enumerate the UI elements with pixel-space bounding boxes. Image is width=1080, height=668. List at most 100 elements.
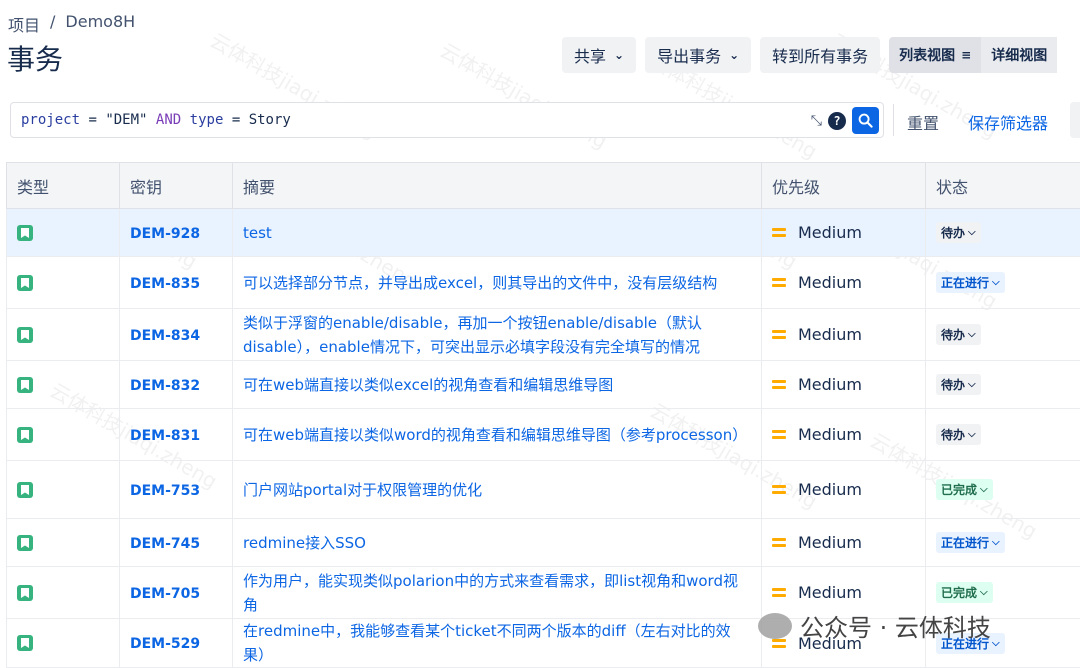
priority-label: Medium: [798, 273, 862, 292]
issue-key-link[interactable]: DEM-835: [130, 276, 200, 292]
type-cell: [6, 618, 120, 668]
status-cell: 已完成 ⌵: [925, 460, 1080, 519]
breadcrumb-projects-link[interactable]: 项目: [8, 12, 40, 36]
export-button[interactable]: 导出事务 ⌄: [645, 37, 752, 73]
priority-cell: Medium: [761, 408, 926, 461]
jql-operator: =: [88, 112, 97, 128]
issue-summary-link[interactable]: 类似于浮窗的enable/disable，再加一个按钮enable/disabl…: [243, 311, 745, 359]
status-dropdown[interactable]: 待办 ⌵: [936, 424, 981, 445]
header-status[interactable]: 状态: [925, 162, 1080, 209]
jql-search-input[interactable]: project = "DEM" AND type = Story ⤡ ?: [10, 102, 884, 138]
issue-key-link[interactable]: DEM-831: [130, 428, 200, 444]
status-dropdown[interactable]: 正在进行 ⌵: [936, 272, 1005, 293]
issue-summary-link[interactable]: redmine接入SSO: [243, 531, 745, 555]
chevron-down-icon: ⌵: [968, 227, 976, 238]
issue-key-link[interactable]: DEM-928: [130, 226, 200, 242]
story-icon: [17, 224, 33, 241]
issue-summary-link[interactable]: 可在web端直接以类似excel的视角查看和编辑思维导图: [243, 373, 745, 397]
list-view-label: 列表视图: [899, 48, 956, 64]
status-dropdown[interactable]: 待办 ⌵: [936, 324, 981, 345]
priority-label: Medium: [798, 533, 862, 552]
issue-summary-link[interactable]: 在redmine中，我能够查看某个ticket不同两个版本的diff（左右对比的…: [243, 619, 745, 667]
jql-operator: =: [231, 112, 241, 128]
issue-key-link[interactable]: DEM-753: [130, 483, 200, 499]
priority-label: Medium: [798, 325, 862, 344]
table-row[interactable]: DEM-835 可以选择部分节点，并导出成excel，则其导出的文件中，没有层级结…: [6, 256, 1080, 309]
key-cell: DEM-834: [119, 308, 233, 361]
header-type[interactable]: 类型: [6, 162, 120, 209]
issue-summary-link[interactable]: 可在web端直接以类似word的视角查看和编辑思维导图（参考processon）: [243, 423, 745, 447]
priority-cell: Medium: [761, 460, 926, 519]
status-label: 待办: [941, 378, 966, 392]
expand-icon[interactable]: ⤡: [811, 113, 822, 129]
type-cell: [6, 566, 120, 619]
goto-all-issues-button[interactable]: 转到所有事务: [760, 37, 881, 73]
status-dropdown[interactable]: 待办 ⌵: [936, 374, 981, 395]
summary-cell: 可在web端直接以类似word的视角查看和编辑思维导图（参考processon）: [232, 408, 762, 461]
status-cell: 待办 ⌵: [925, 408, 1080, 461]
share-button[interactable]: 共享 ⌄: [562, 37, 637, 73]
issue-summary-link[interactable]: 门户网站portal对于权限管理的优化: [243, 478, 745, 502]
table-row[interactable]: DEM-745 redmine接入SSO Medium 正在进行 ⌵: [6, 518, 1080, 567]
status-dropdown[interactable]: 已完成 ⌵: [936, 582, 993, 603]
search-button[interactable]: [852, 107, 879, 134]
chevron-down-icon: ⌵: [968, 429, 976, 440]
summary-cell: 在redmine中，我能够查看某个ticket不同两个版本的diff（左右对比的…: [232, 618, 762, 668]
issue-summary-link[interactable]: 可以选择部分节点，并导出成excel，则其导出的文件中，没有层级结构: [243, 271, 745, 295]
status-cell: 待办 ⌵: [925, 308, 1080, 361]
status-dropdown[interactable]: 已完成 ⌵: [936, 479, 993, 500]
header-key[interactable]: 密钥: [119, 162, 233, 209]
breadcrumb-project-link[interactable]: Demo8H: [65, 12, 135, 36]
list-view-button[interactable]: 列表视图 ≡: [889, 37, 982, 73]
issue-key-link[interactable]: DEM-705: [130, 586, 200, 602]
story-icon: [17, 534, 33, 551]
jql-keyword: AND: [155, 112, 182, 128]
key-cell: DEM-745: [119, 518, 233, 567]
save-filter-button[interactable]: 保存筛选器: [968, 110, 1048, 134]
status-label: 待办: [941, 328, 966, 342]
reset-button[interactable]: 重置: [907, 110, 939, 134]
breadcrumb-separator: /: [50, 12, 56, 31]
issues-table: 类型 密钥 摘要 优先级 状态 DEM-928 test Medium 待办 ⌵ DEM-…: [6, 162, 1080, 668]
wechat-logo-icon: [758, 612, 792, 639]
table-row[interactable]: DEM-928 test Medium 待办 ⌵: [6, 208, 1080, 257]
status-dropdown[interactable]: 正在进行 ⌵: [936, 532, 1005, 553]
status-cell: 待办 ⌵: [925, 208, 1080, 257]
status-label: 待办: [941, 226, 966, 240]
table-row[interactable]: DEM-753 门户网站portal对于权限管理的优化 Medium 已完成 ⌵: [6, 460, 1080, 519]
priority-medium-icon: [772, 278, 786, 287]
table-row[interactable]: DEM-834 类似于浮窗的enable/disable，再加一个按钮enable…: [6, 308, 1080, 361]
chevron-down-icon: ⌵: [992, 637, 1000, 649]
key-cell: DEM-928: [119, 208, 233, 257]
page-title: 事务: [7, 43, 64, 76]
breadcrumb: 项目 / Demo8H: [8, 12, 135, 36]
table-row[interactable]: DEM-831 可在web端直接以类似word的视角查看和编辑思维导图（参考pro…: [6, 408, 1080, 461]
status-dropdown[interactable]: 待办 ⌵: [936, 222, 981, 243]
story-icon: [17, 376, 33, 393]
header-summary[interactable]: 摘要: [232, 162, 762, 209]
chevron-down-icon: ⌵: [992, 537, 1000, 548]
type-cell: [6, 208, 120, 257]
issue-key-link[interactable]: DEM-832: [130, 378, 200, 394]
help-icon[interactable]: ?: [828, 111, 846, 130]
issue-key-link[interactable]: DEM-529: [130, 636, 200, 652]
issue-key-link[interactable]: DEM-834: [130, 328, 200, 344]
more-button[interactable]: [1070, 102, 1080, 138]
jql-value: "DEM": [105, 112, 148, 128]
chevron-down-icon: ⌄: [614, 48, 625, 62]
priority-label: Medium: [798, 425, 862, 444]
key-cell: DEM-753: [119, 460, 233, 519]
status-label: 待办: [941, 428, 966, 442]
table-row[interactable]: DEM-832 可在web端直接以类似excel的视角查看和编辑思维导图 Mediu…: [6, 360, 1080, 409]
issue-summary-link[interactable]: test: [243, 221, 745, 245]
chevron-down-icon: ⌄: [729, 48, 740, 62]
issue-summary-link[interactable]: 作为用户，能实现类似polarion中的方式来查看需求，即list视角和word…: [243, 569, 745, 617]
priority-label: Medium: [798, 583, 862, 602]
detail-view-button[interactable]: 详细视图: [981, 37, 1058, 73]
wechat-brand: 公众号 · 云体科技: [758, 608, 991, 643]
header-priority[interactable]: 优先级: [761, 162, 926, 209]
summary-cell: test: [232, 208, 762, 257]
type-cell: [6, 308, 120, 361]
issue-key-link[interactable]: DEM-745: [130, 536, 200, 552]
status-label: 已完成: [941, 483, 978, 497]
